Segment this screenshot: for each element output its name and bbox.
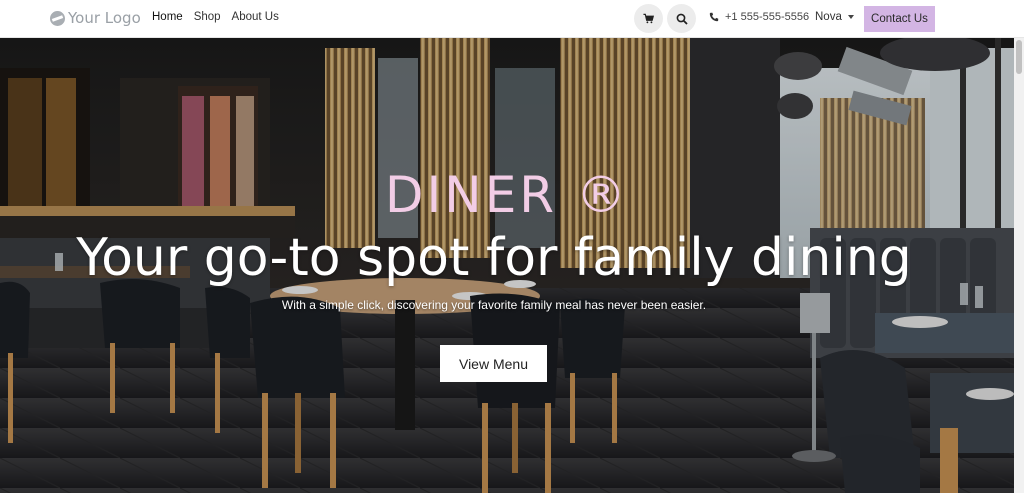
scrollbar-thumb[interactable] (1016, 40, 1022, 74)
caret-down-icon (847, 15, 854, 19)
contact-us-button[interactable]: Contact Us (864, 6, 935, 32)
logo-icon (50, 10, 65, 26)
nav-shop-link[interactable]: Shop (194, 11, 221, 23)
search-button[interactable] (667, 4, 696, 33)
cart-icon (643, 13, 654, 24)
user-name: Nova (815, 11, 842, 23)
hero-banner: DINER ® Your go-to spot for family dinin… (0, 38, 1014, 493)
cart-button[interactable] (634, 4, 663, 33)
nav-about-link[interactable]: About Us (232, 11, 279, 23)
phone-link[interactable]: +1 555-555-5556 (709, 11, 809, 23)
view-menu-button[interactable]: View Menu (440, 345, 547, 382)
site-logo[interactable]: Your Logo (50, 9, 141, 27)
search-icon (676, 13, 688, 25)
hero-subtitle: With a simple click, discovering your fa… (281, 298, 707, 312)
nav-home-link[interactable]: Home (152, 11, 183, 23)
logo-text: Your Logo (68, 9, 141, 27)
hero-brand: DINER ® (385, 166, 629, 224)
phone-icon (709, 12, 719, 22)
phone-number: +1 555-555-5556 (725, 11, 810, 23)
main-nav: Home Shop About Us (152, 11, 290, 23)
page-scrollbar[interactable] (1014, 38, 1024, 493)
top-navbar: Your Logo Home Shop About Us +1 555-555-… (0, 0, 1024, 38)
hero-title: Your go-to spot for family dining (76, 228, 912, 288)
user-dropdown[interactable]: Nova (815, 11, 854, 23)
